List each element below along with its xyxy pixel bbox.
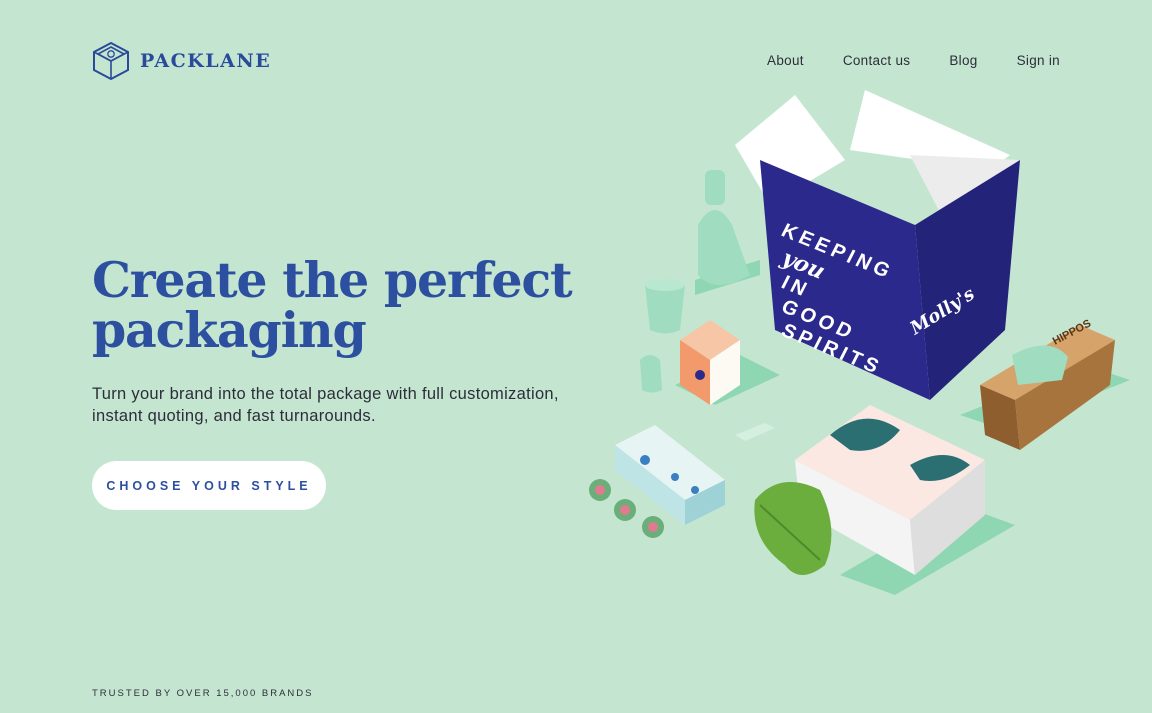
monstera-leaf-icon bbox=[754, 482, 832, 575]
headline-line-2: packaging bbox=[92, 301, 367, 359]
nav-about-link[interactable]: About bbox=[767, 53, 804, 68]
nav-signin-link[interactable]: Sign in bbox=[1017, 53, 1060, 68]
cup-icon bbox=[645, 279, 685, 334]
tropical-box-icon bbox=[795, 405, 1015, 595]
bear-figure-icon bbox=[640, 355, 662, 393]
nav-blog-link[interactable]: Blog bbox=[949, 53, 977, 68]
hero-headline: Create the perfect packaging bbox=[92, 255, 573, 355]
choose-style-button[interactable]: CHOOSE YOUR STYLE bbox=[92, 461, 326, 510]
navy-shipping-box: KEEPING you IN GOOD SPIRITS Molly's bbox=[735, 90, 1020, 400]
brand-name: PACKLANE bbox=[140, 50, 272, 72]
packaging-hero-illustration: KEEPING you IN GOOD SPIRITS Molly's HIPP… bbox=[589, 90, 1130, 595]
nav-contact-link[interactable]: Contact us bbox=[843, 53, 911, 68]
bottle-icon bbox=[695, 170, 760, 295]
brand-logo[interactable]: PACKLANE bbox=[91, 41, 271, 81]
orange-box-icon bbox=[675, 320, 780, 405]
top-nav: About Contact us Blog Sign in bbox=[767, 53, 1060, 68]
trusted-brands-label: TRUSTED BY OVER 15,000 BRANDS bbox=[92, 688, 314, 699]
hero-subtitle: Turn your brand into the total package w… bbox=[92, 385, 559, 425]
clip-icon bbox=[735, 423, 775, 441]
packlane-box-icon bbox=[93, 41, 129, 81]
